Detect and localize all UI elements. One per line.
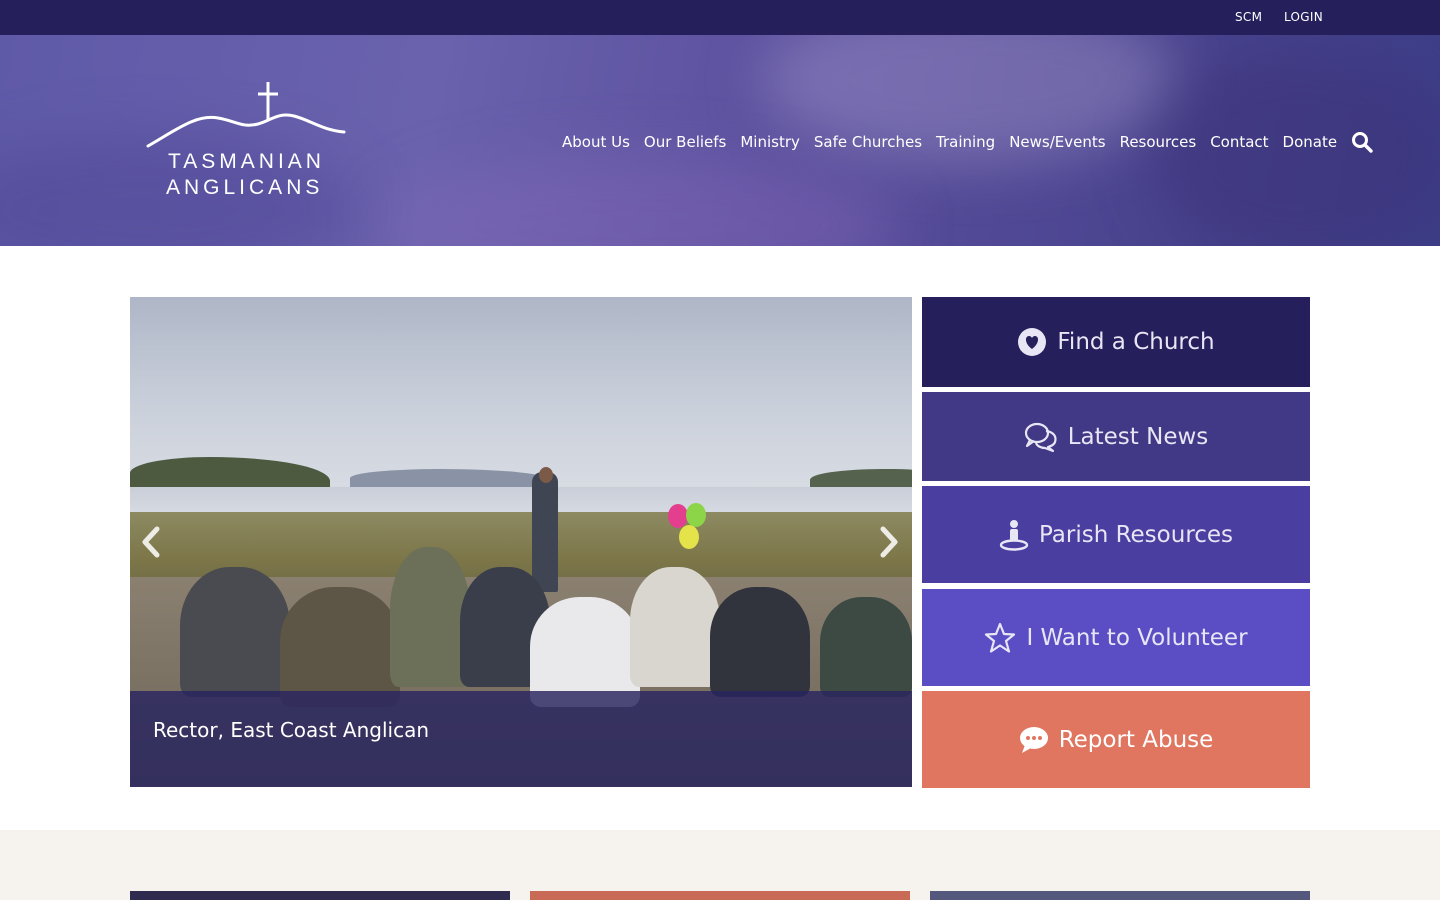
star-icon bbox=[984, 622, 1016, 654]
hero-slider[interactable]: Rector, East Coast Anglican bbox=[130, 297, 912, 787]
volunteer-label: I Want to Volunteer bbox=[1026, 624, 1248, 651]
speech-bubble-icon bbox=[1019, 726, 1049, 754]
nav-training[interactable]: Training bbox=[936, 133, 995, 151]
volunteer-button[interactable]: I Want to Volunteer bbox=[922, 589, 1310, 686]
feature-card[interactable] bbox=[530, 891, 910, 900]
chevron-right-icon[interactable] bbox=[878, 526, 900, 558]
nav-our-beliefs[interactable]: Our Beliefs bbox=[644, 133, 726, 151]
nav-news-events[interactable]: News/Events bbox=[1009, 133, 1105, 151]
nav-ministry[interactable]: Ministry bbox=[740, 133, 800, 151]
parish-resources-button[interactable]: Parish Resources bbox=[922, 486, 1310, 583]
slide-caption-text[interactable]: Rector, East Coast Anglican bbox=[153, 718, 429, 742]
logo-text-line2: ANGLICANS bbox=[166, 176, 324, 199]
nav-contact[interactable]: Contact bbox=[1210, 133, 1268, 151]
nav-donate[interactable]: Donate bbox=[1283, 133, 1338, 151]
feature-card[interactable] bbox=[130, 891, 510, 900]
speaker-figure bbox=[532, 472, 558, 592]
latest-news-button[interactable]: Latest News bbox=[922, 392, 1310, 481]
nav-safe-churches[interactable]: Safe Churches bbox=[814, 133, 922, 151]
find-a-church-button[interactable]: Find a Church bbox=[922, 297, 1310, 387]
main-nav: About Us Our Beliefs Ministry Safe Churc… bbox=[562, 131, 1373, 153]
parish-resources-label: Parish Resources bbox=[1038, 521, 1234, 548]
scm-link[interactable]: SCM bbox=[1235, 10, 1262, 24]
chat-bubbles-icon bbox=[1024, 421, 1058, 453]
chevron-left-icon[interactable] bbox=[140, 526, 162, 558]
feature-card[interactable] bbox=[930, 891, 1310, 900]
search-icon[interactable] bbox=[1351, 131, 1373, 153]
find-a-church-label: Find a Church bbox=[1057, 329, 1215, 355]
latest-news-label: Latest News bbox=[1067, 423, 1209, 450]
person-icon bbox=[999, 519, 1029, 551]
report-abuse-label: Report Abuse bbox=[1058, 726, 1214, 753]
login-link[interactable]: LOGIN bbox=[1284, 10, 1323, 24]
top-utility-bar: SCM LOGIN bbox=[0, 0, 1440, 35]
cross-hill-icon bbox=[146, 82, 346, 148]
site-logo[interactable]: TASMANIAN ANGLICANS bbox=[146, 80, 346, 205]
report-abuse-button[interactable]: Report Abuse bbox=[922, 691, 1310, 788]
nav-resources[interactable]: Resources bbox=[1120, 133, 1197, 151]
content-band bbox=[0, 830, 1440, 900]
logo-text-line1: TASMANIAN bbox=[168, 150, 325, 173]
heart-circle-icon bbox=[1017, 327, 1047, 357]
nav-about-us[interactable]: About Us bbox=[562, 133, 630, 151]
site-header: TASMANIAN ANGLICANS About Us Our Beliefs… bbox=[0, 35, 1440, 246]
slide-caption: Rector, East Coast Anglican bbox=[130, 691, 912, 787]
